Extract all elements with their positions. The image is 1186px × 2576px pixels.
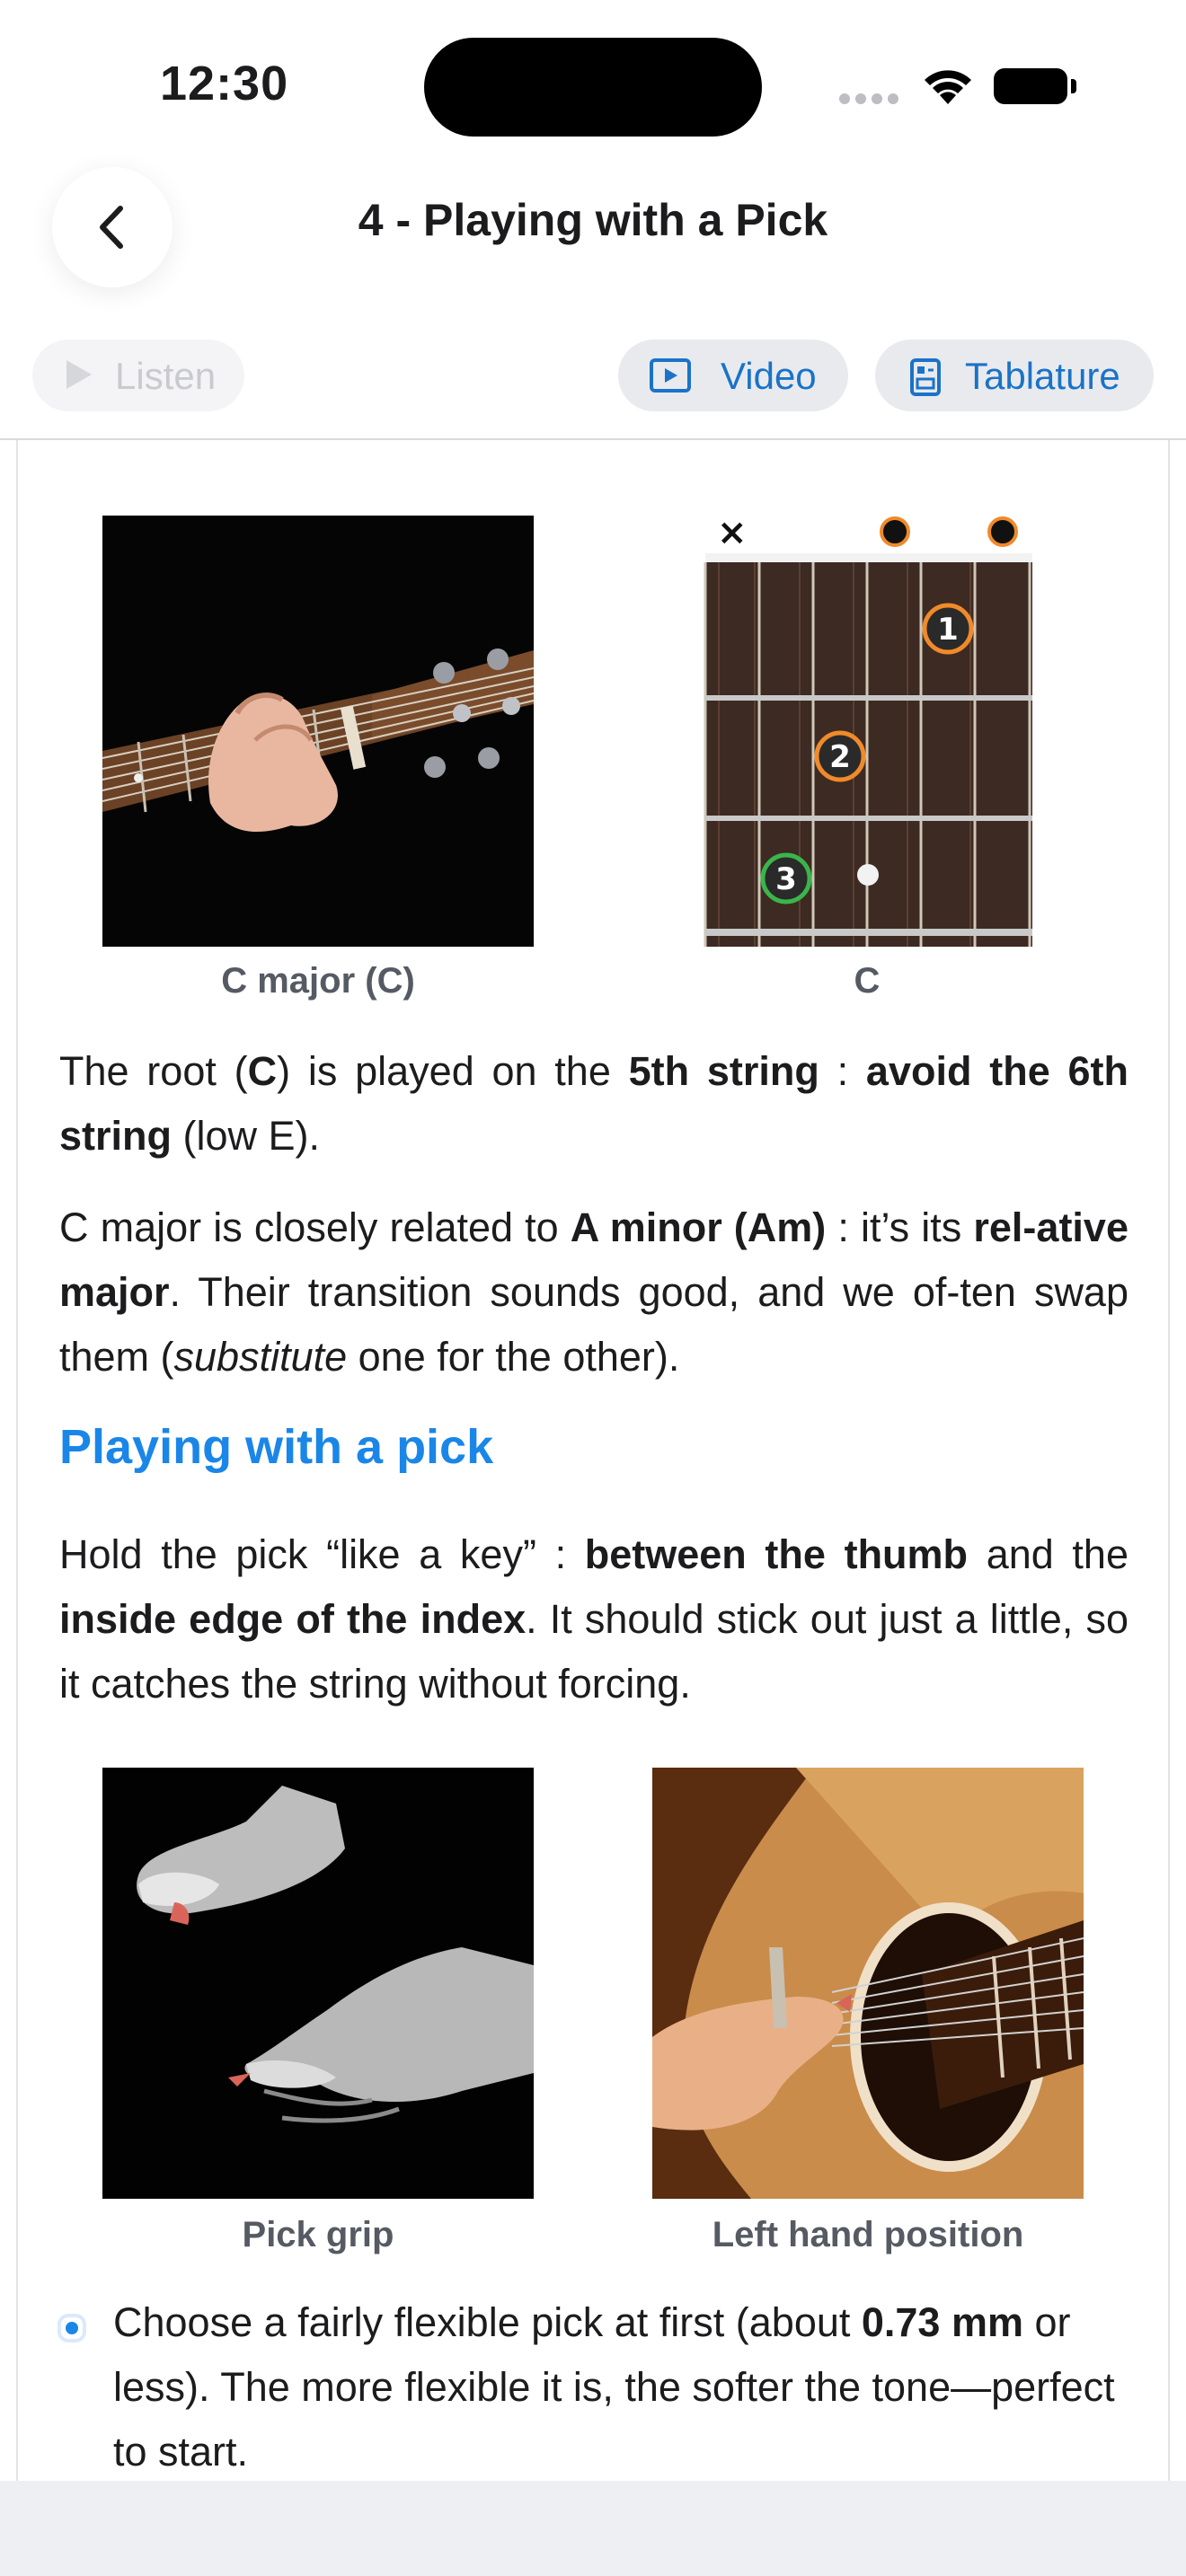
bullet-dot-icon <box>58 2314 86 2342</box>
paragraph-pick-grip: Hold the pick “like a key” : between the… <box>59 1531 1129 1707</box>
video-button[interactable]: Video <box>618 340 848 411</box>
svg-text:×: × <box>717 512 748 553</box>
paragraph-relative: C major is closely related to A minor (A… <box>59 1204 1128 1380</box>
listen-button[interactable]: Listen <box>32 340 244 411</box>
battery-tip <box>1071 79 1076 93</box>
content-border-left <box>16 440 18 2481</box>
c-major-photo <box>102 516 534 947</box>
bottom-safe-area <box>0 2481 1186 2576</box>
chevron-left-icon <box>100 206 123 249</box>
play-icon <box>66 360 92 389</box>
listen-label: Listen <box>115 355 217 397</box>
c-chord-diagram: × 1 2 3 <box>701 503 1042 952</box>
back-button[interactable] <box>52 167 173 287</box>
tablature-button[interactable]: Tablature <box>875 340 1154 411</box>
finger-1-label: 1 <box>937 612 959 648</box>
pick-grip-photo <box>102 1768 534 2199</box>
caption-c-diagram: C <box>854 961 881 1001</box>
finger-2-label: 2 <box>829 739 851 775</box>
battery-icon <box>994 68 1067 104</box>
page-title: 4 - Playing with a Pick <box>358 195 828 245</box>
cellular-signal-icon <box>839 93 900 106</box>
wifi-icon <box>925 70 971 104</box>
tablature-label: Tablature <box>965 355 1120 397</box>
video-icon <box>650 358 691 393</box>
dynamic-island <box>424 38 762 137</box>
caption-left-hand: Left hand position <box>712 2215 1024 2254</box>
section-heading: Playing with a pick <box>59 1420 494 1474</box>
finger-3-label: 3 <box>775 861 797 897</box>
tablature-icon <box>910 358 941 396</box>
left-hand-position-photo <box>652 1768 1084 2199</box>
caption-c-major: C major (C) <box>221 961 415 1001</box>
status-bar: 12:30 <box>0 0 1186 153</box>
caption-pick-grip: Pick grip <box>242 2215 394 2254</box>
paragraph-root: The root (C) is played on the 5th string… <box>59 1048 1128 1159</box>
video-label: Video <box>721 355 817 397</box>
bullet-pick-choice: Choose a fairly flexible pick at first (… <box>113 2299 1115 2475</box>
content-border-right <box>1168 440 1170 2481</box>
status-time: 12:30 <box>160 57 289 110</box>
